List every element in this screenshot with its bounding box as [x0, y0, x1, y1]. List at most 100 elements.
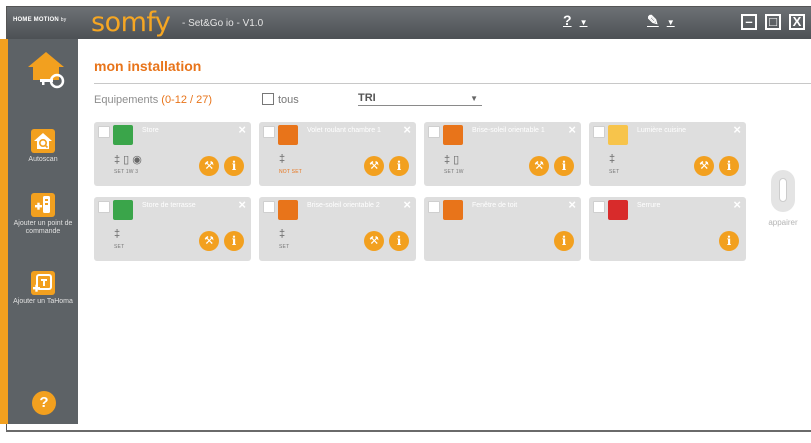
device-card[interactable]: × Fenêtre de toit i [424, 197, 581, 261]
roof-window-icon [443, 200, 463, 220]
device-name: Serrure [637, 202, 661, 209]
configuration-status-label: SET 1W [444, 169, 464, 175]
wrench-icon[interactable]: ⚒ [199, 231, 219, 251]
add-tahoma-icon [31, 271, 55, 295]
remove-device-icon[interactable]: × [238, 122, 246, 137]
info-icon[interactable]: i [554, 156, 574, 176]
device-checkbox[interactable] [263, 126, 275, 138]
equipment-count: (0-12 / 27) [161, 94, 213, 106]
app-title: - Set&Go io - V1.0 [182, 18, 264, 29]
device-checkbox[interactable] [98, 201, 110, 213]
info-icon[interactable]: i [224, 156, 244, 176]
configuration-status-icons: ‡ [114, 228, 121, 240]
sidebar-item-label: Ajouter un point de commande [13, 220, 73, 235]
device-card[interactable]: × Store de terrasse ‡ SET ⚒ i [94, 197, 251, 261]
select-all-checkbox[interactable]: tous [262, 93, 299, 106]
remove-device-icon[interactable]: × [568, 197, 576, 212]
add-remote-icon [31, 193, 55, 217]
wrench-icon[interactable]: ⚒ [529, 156, 549, 176]
configuration-status-icons: ‡ ▯ ◉ [114, 154, 142, 166]
venetian-blind-icon [278, 200, 298, 220]
wrench-icon[interactable]: ⚒ [364, 156, 384, 176]
chevron-down-icon: ▼ [666, 18, 675, 27]
device-name: Brise-soleil orientable 1 [472, 127, 545, 134]
configuration-status-label: SET 1W 3 [114, 169, 139, 175]
remove-device-icon[interactable]: × [403, 122, 411, 137]
sidebar-item-label: Autoscan [28, 156, 58, 163]
divider [94, 83, 811, 84]
title-bar: HOME MOTION by somfy - Set&Go io - V1.0 … [7, 7, 811, 39]
device-card[interactable]: × Volet roulant chambre 1 ‡ NOT SET ⚒ i [259, 122, 416, 186]
configuration-status-icons: ‡ [609, 153, 616, 165]
device-name: Lumière cuisine [637, 127, 687, 134]
device-card[interactable]: × Serrure i [589, 197, 746, 261]
device-name: Fenêtre de toit [472, 202, 518, 209]
device-checkbox[interactable] [593, 201, 605, 213]
checkbox-icon [262, 93, 274, 105]
wrench-icon[interactable]: ⚒ [199, 156, 219, 176]
device-name: Volet roulant chambre 1 [307, 127, 381, 134]
device-name: Store [142, 127, 159, 134]
device-checkbox[interactable] [428, 126, 440, 138]
remove-device-icon[interactable]: × [733, 122, 741, 137]
configuration-status-icons: ‡ ▯ [444, 154, 460, 166]
info-icon[interactable]: i [554, 231, 574, 251]
chevron-down-icon: ▼ [579, 18, 588, 27]
remove-device-icon[interactable]: × [238, 197, 246, 212]
light-bulb-icon [608, 125, 628, 145]
lock-icon [608, 200, 628, 220]
help-button[interactable]: ? [32, 391, 56, 415]
help-menu[interactable]: ? ▼ [563, 12, 587, 28]
device-card[interactable]: × Store ‡ ▯ ◉ SET 1W 3 ⚒ i [94, 122, 251, 186]
device-card[interactable]: × Brise-soleil orientable 2 ‡ SET ⚒ i [259, 197, 416, 261]
device-checkbox[interactable] [98, 126, 110, 138]
equipment-count-label: Equipements (0-12 / 27) [94, 94, 213, 106]
info-icon[interactable]: i [719, 156, 739, 176]
sidebar-item-add-remote[interactable]: Ajouter un point de commande [8, 193, 78, 236]
sidebar-item-add-tahoma[interactable]: Ajouter un TaHoma [8, 271, 78, 306]
info-icon[interactable]: i [224, 231, 244, 251]
venetian-blind-icon [443, 125, 463, 145]
house-search-icon [31, 129, 55, 153]
wrench-icon[interactable]: ⚒ [364, 231, 384, 251]
sort-dropdown[interactable]: TRI ▼ [358, 92, 482, 106]
configuration-status-icons: ‡ [279, 153, 286, 165]
info-icon[interactable]: i [389, 156, 409, 176]
home-icon[interactable] [26, 49, 66, 89]
divider [6, 430, 811, 432]
device-name: Brise-soleil orientable 2 [307, 202, 380, 209]
edit-icon: ✎ [647, 12, 659, 28]
info-icon[interactable]: i [389, 231, 409, 251]
configuration-status-label: SET [609, 169, 620, 175]
brand-home-motion: HOME MOTION by [13, 17, 67, 23]
configuration-status-label: SET [279, 244, 290, 250]
roller-shutter-icon [278, 125, 298, 145]
remove-device-icon[interactable]: × [733, 197, 741, 212]
maximize-button[interactable]: □ [765, 14, 781, 30]
configuration-status-label: SET [114, 244, 125, 250]
sidebar-item-autoscan[interactable]: Autoscan [8, 129, 78, 164]
device-card[interactable]: × Lumière cuisine ‡ SET ⚒ i [589, 122, 746, 186]
sidebar-accent [0, 39, 8, 424]
configuration-status-label: NOT SET [279, 169, 302, 175]
remove-device-icon[interactable]: × [568, 122, 576, 137]
info-icon[interactable]: i [719, 231, 739, 251]
configuration-status-icons: ‡ [279, 228, 286, 240]
minimize-button[interactable]: – [741, 14, 757, 30]
awning-icon [113, 125, 133, 145]
device-checkbox[interactable] [263, 201, 275, 213]
device-card[interactable]: × Brise-soleil orientable 1 ‡ ▯ SET 1W ⚒ i [424, 122, 581, 186]
remove-device-icon[interactable]: × [403, 197, 411, 212]
pair-button[interactable]: appairer [758, 170, 808, 227]
edit-menu[interactable]: ✎ ▼ [647, 12, 675, 29]
sidebar-item-label: Ajouter un TaHoma [13, 298, 73, 305]
remote-icon [771, 170, 795, 212]
chevron-down-icon: ▼ [470, 94, 478, 103]
device-checkbox[interactable] [593, 126, 605, 138]
wrench-icon[interactable]: ⚒ [694, 156, 714, 176]
close-window-button[interactable]: X [789, 14, 805, 30]
awning-icon [113, 200, 133, 220]
somfy-logo: somfy [91, 7, 171, 38]
sidebar: Autoscan Ajouter un point de commande Aj… [0, 39, 78, 424]
device-checkbox[interactable] [428, 201, 440, 213]
